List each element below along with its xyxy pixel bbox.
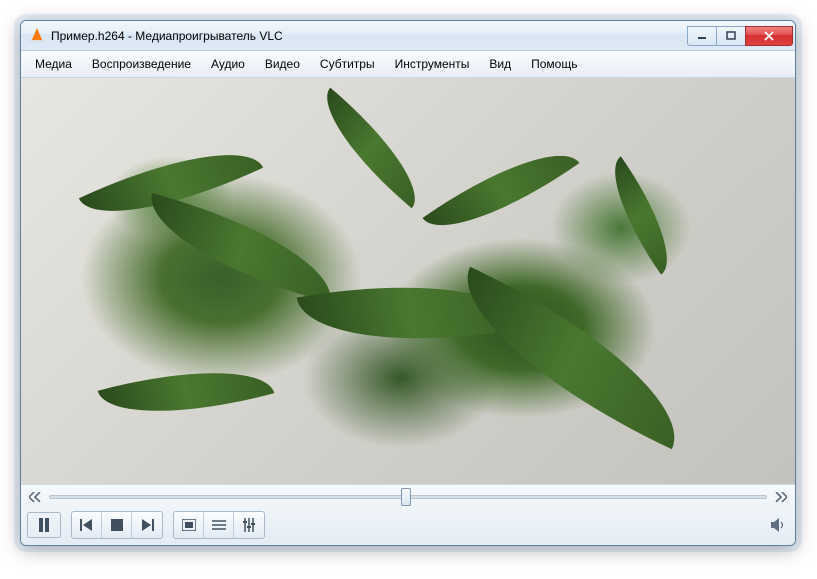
menu-view[interactable]: Вид bbox=[479, 53, 521, 75]
seek-row bbox=[27, 489, 789, 505]
seek-forward-button[interactable] bbox=[773, 489, 789, 505]
menu-help[interactable]: Помощь bbox=[521, 53, 587, 75]
stop-button[interactable] bbox=[102, 512, 132, 538]
button-row bbox=[27, 511, 789, 539]
pause-button[interactable] bbox=[27, 512, 61, 538]
menu-audio[interactable]: Аудио bbox=[201, 53, 255, 75]
view-group bbox=[173, 511, 265, 539]
controls-panel bbox=[21, 484, 795, 545]
previous-button[interactable] bbox=[72, 512, 102, 538]
volume-button[interactable] bbox=[769, 515, 789, 535]
titlebar[interactable]: Пример.h264 - Медиапроигрыватель VLC bbox=[21, 21, 795, 51]
menu-video[interactable]: Видео bbox=[255, 53, 310, 75]
minimize-button[interactable] bbox=[687, 26, 717, 46]
menubar: Медиа Воспроизведение Аудио Видео Субтит… bbox=[21, 51, 795, 78]
seek-slider[interactable] bbox=[49, 495, 767, 499]
menu-tools[interactable]: Инструменты bbox=[385, 53, 480, 75]
video-frame-content bbox=[21, 78, 795, 484]
equalizer-button[interactable] bbox=[234, 512, 264, 538]
video-display[interactable] bbox=[21, 78, 795, 484]
window-controls bbox=[688, 26, 793, 46]
seek-thumb[interactable] bbox=[401, 488, 411, 506]
fullscreen-button[interactable] bbox=[174, 512, 204, 538]
menu-media[interactable]: Медиа bbox=[25, 53, 82, 75]
vlc-window: Пример.h264 - Медиапроигрыватель VLC Мед… bbox=[20, 20, 796, 546]
maximize-button[interactable] bbox=[716, 26, 746, 46]
menu-subtitles[interactable]: Субтитры bbox=[310, 53, 385, 75]
menu-playback[interactable]: Воспроизведение bbox=[82, 53, 201, 75]
seek-back-button[interactable] bbox=[27, 489, 43, 505]
window-title: Пример.h264 - Медиапроигрыватель VLC bbox=[51, 29, 688, 43]
nav-group bbox=[71, 511, 163, 539]
playlist-button[interactable] bbox=[204, 512, 234, 538]
next-button[interactable] bbox=[132, 512, 162, 538]
vlc-cone-icon bbox=[29, 28, 45, 44]
close-button[interactable] bbox=[745, 26, 793, 46]
